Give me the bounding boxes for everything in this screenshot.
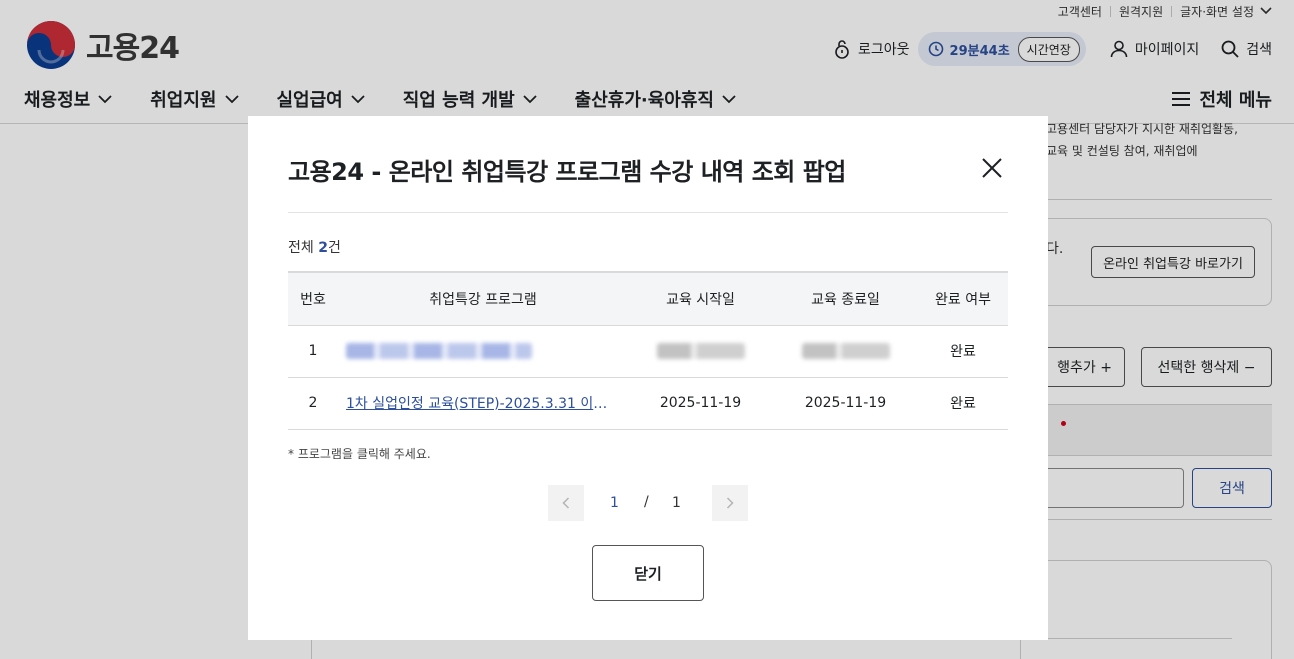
column-header-number: 번호 (300, 291, 326, 308)
completion-status: 완료 (950, 344, 976, 360)
close-button[interactable]: 닫기 (592, 545, 704, 601)
end-date: 2025-11-19 (804, 395, 887, 411)
completion-status: 완료 (950, 396, 976, 412)
column-header-completion: 완료 여부 (935, 291, 991, 308)
row-number: 2 (308, 395, 318, 411)
start-date: 2025-11-19 (659, 395, 742, 411)
lecture-history-table: 번호 취업특강 프로그램 교육 시작일 교육 종료일 완료 여부 1 완료 2 … (288, 271, 1008, 430)
table-header-row: 번호 취업특강 프로그램 교육 시작일 교육 종료일 완료 여부 (288, 272, 1008, 325)
column-header-program: 취업특강 프로그램 (429, 291, 537, 308)
page-separator: / (644, 494, 649, 510)
chevron-left-icon (562, 497, 570, 509)
end-date-redacted (773, 325, 918, 377)
total-count-value: 2 (318, 240, 328, 256)
modal-divider (288, 212, 1008, 213)
row-number: 1 (308, 343, 318, 359)
total-pages: 1 (672, 495, 681, 511)
table-row: 1 완료 (288, 325, 1008, 377)
close-icon[interactable] (978, 154, 1006, 182)
table-note: * 프로그램을 클릭해 주세요. (288, 447, 431, 461)
program-link[interactable]: 1차 실업인정 교육(STEP)-2025.3.31 이후 ... (346, 393, 618, 413)
column-header-end-date: 교육 종료일 (811, 291, 880, 308)
program-cell: 1차 실업인정 교육(STEP)-2025.3.31 이후 ... (338, 377, 628, 429)
redacted-text (656, 343, 745, 359)
next-page-button[interactable] (712, 485, 748, 521)
table-row: 2 1차 실업인정 교육(STEP)-2025.3.31 이후 ... 2025… (288, 377, 1008, 429)
program-link-redacted[interactable] (338, 325, 628, 377)
lecture-history-modal: 고용24 - 온라인 취업특강 프로그램 수강 내역 조회 팝업 전체 2건 번… (248, 116, 1048, 640)
chevron-right-icon (726, 497, 734, 509)
total-suffix: 건 (327, 240, 341, 256)
previous-page-button[interactable] (548, 485, 584, 521)
column-header-start-date: 교육 시작일 (666, 291, 735, 308)
redacted-text (801, 343, 890, 359)
total-count: 전체 2건 (288, 237, 341, 257)
start-date-redacted (628, 325, 773, 377)
redacted-text (346, 343, 532, 359)
current-page[interactable]: 1 (610, 495, 619, 511)
total-prefix: 전체 (288, 240, 319, 256)
pagination: 1 / 1 (548, 485, 748, 521)
modal-title: 고용24 - 온라인 취업특강 프로그램 수강 내역 조회 팝업 (288, 158, 846, 186)
